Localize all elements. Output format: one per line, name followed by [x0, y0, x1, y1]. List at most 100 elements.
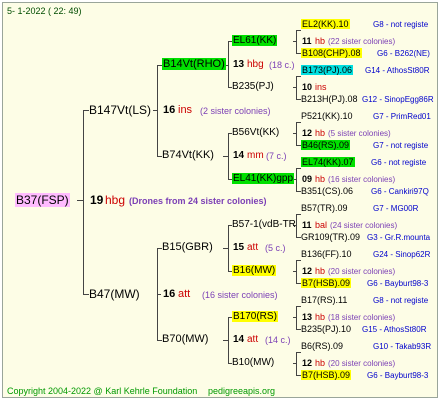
connector [157, 248, 158, 340]
gen1-queen-name[interactable]: B47(MW) [89, 287, 140, 301]
connector [228, 41, 229, 87]
connector [228, 225, 229, 271]
gen4-queen-name[interactable]: B7(HSB).09 [301, 370, 352, 380]
connector [296, 214, 301, 215]
connector [83, 110, 84, 294]
gen2-queen-name[interactable]: B74Vt(KK) [162, 149, 214, 161]
gen3-queen-name[interactable]: EL61(KK) [232, 35, 278, 46]
gen4-origin: G3 - Gr.R.mounta [367, 233, 431, 242]
gen3-generation-number: 11 [302, 220, 312, 230]
gen3-generation-number: 12 [302, 266, 313, 276]
gen3-generation-number: 13 [302, 312, 313, 322]
gen4-queen-name[interactable]: B46(RS).09 [301, 140, 351, 150]
gen4-queen-name[interactable]: EL74(KK).07 [301, 157, 355, 167]
root-breed-code: hbg [105, 193, 126, 207]
connector [296, 122, 297, 145]
gen1-sister-note: (16 sister colonies) [202, 290, 278, 300]
gen3-sister-note: (5 sister colonies) [328, 129, 391, 138]
gen3-breed-code: ins [315, 82, 327, 92]
gen2-queen-name[interactable]: B15(GBR) [162, 241, 213, 253]
gen4-origin: G8 - not registe [373, 296, 429, 305]
gen4-queen-name[interactable]: B6(RS).09 [301, 341, 343, 351]
gen4-queen-name[interactable]: B7(HSB).09 [301, 278, 352, 288]
gen3-generation-number: 11 [302, 36, 312, 46]
gen2-breed-code: mm [247, 150, 264, 161]
connector [296, 306, 297, 329]
gen3-sister-note: (20 sister colonies) [328, 359, 396, 368]
gen2-queen-name[interactable]: B70(MW) [162, 333, 208, 345]
connector [157, 65, 158, 156]
connector [296, 214, 297, 237]
gen2-sister-note: (7 c.) [266, 151, 287, 161]
gen4-origin: G10 - Takab93R [373, 342, 432, 351]
connector [296, 30, 297, 53]
connector [228, 133, 229, 179]
gen4-origin: G6 - Bayburt98-3 [367, 279, 429, 288]
gen3-queen-name[interactable]: B170(RS) [232, 311, 278, 322]
gen4-queen-name[interactable]: B235(PJ).10 [301, 324, 351, 334]
gen2-sister-note: (14 c.) [265, 335, 291, 345]
gen3-breed-code: hb [315, 312, 326, 322]
site-link[interactable]: pedigreeapis.org [208, 386, 275, 396]
gen4-origin: G12 - SinopEgg86R [362, 95, 434, 104]
gen3-queen-name[interactable]: EL41(KK)gpp [232, 173, 295, 184]
gen1-sister-note: (2 sister colonies) [200, 106, 271, 116]
gen1-queen-name[interactable]: B147Vt(LS) [89, 103, 151, 117]
gen4-origin: G6 - Cankiri97Q [371, 187, 429, 196]
gen2-generation-number: 14 [233, 150, 245, 161]
gen2-queen-name[interactable]: B14Vt(RHO) [162, 58, 226, 70]
gen4-origin: G6 - not registe [371, 158, 427, 167]
gen2-generation-number: 14 [233, 334, 245, 345]
gen3-generation-number: 10 [302, 82, 313, 92]
gen3-sister-note: (16 sister colonies) [328, 175, 396, 184]
gen3-sister-note: (22 sister colonies) [328, 37, 396, 46]
gen4-queen-name[interactable]: B213H(PJ).08 [301, 94, 358, 104]
pedigree-canvas: 5- 1-2022 ( 22: 49) B37(FSP) 19 hbg (Dro… [2, 2, 438, 398]
gen4-queen-name[interactable]: GR109(TR).09 [301, 232, 360, 242]
gen4-queen-name[interactable]: B173(PJ).06 [301, 65, 354, 75]
connector [296, 168, 301, 169]
gen1-generation-number: 16 [163, 288, 176, 300]
connector [296, 352, 297, 375]
gen2-sister-note: (18 c.) [269, 60, 295, 70]
gen2-generation-number: 15 [233, 242, 245, 253]
gen3-breed-code: hb [315, 358, 326, 368]
connector [296, 30, 301, 31]
connector [296, 76, 297, 99]
gen3-generation-number: 12 [302, 358, 313, 368]
gen3-queen-name[interactable]: B235(PJ) [232, 81, 274, 92]
root-generation-number: 19 [90, 193, 104, 207]
connector [228, 317, 229, 363]
gen3-breed-code: hb [315, 266, 326, 276]
gen3-generation-number: 12 [302, 128, 313, 138]
root-sister-note: (Drones from 24 sister colonies) [129, 196, 267, 206]
connector [296, 352, 301, 353]
gen3-sister-note: (24 sister colonies) [330, 221, 398, 230]
gen4-queen-name[interactable]: B108(CHP).08 [301, 48, 362, 58]
gen3-queen-name[interactable]: B56Vt(KK) [232, 127, 279, 138]
gen2-breed-code: hbg [247, 59, 264, 70]
connector [296, 306, 301, 307]
gen3-breed-code: bal [315, 220, 328, 230]
gen3-queen-name[interactable]: B16(MW) [232, 265, 277, 276]
gen4-queen-name[interactable]: B351(CS).06 [301, 186, 353, 196]
root-queen-name[interactable]: B37(FSP) [15, 193, 70, 207]
gen4-queen-name[interactable]: B57(TR).09 [301, 203, 348, 213]
connector [296, 168, 297, 191]
gen4-queen-name[interactable]: B17(RS).11 [301, 295, 347, 305]
gen3-breed-code: hb [315, 174, 326, 184]
gen4-origin: G7 - PrimRed01 [373, 112, 431, 121]
gen3-queen-name[interactable]: B10(MW) [232, 357, 274, 368]
gen4-queen-name[interactable]: P521(KK).10 [301, 111, 353, 121]
gen4-origin: G14 - AthosSt80R [365, 66, 430, 75]
gen3-generation-number: 09 [302, 174, 313, 184]
gen4-origin: G6 - B262(NE) [377, 49, 430, 58]
gen2-sister-note: (5 c.) [265, 243, 286, 253]
gen4-queen-name[interactable]: B136(FF).10 [301, 249, 352, 259]
gen4-queen-name[interactable]: EL2(KK).10 [301, 19, 350, 29]
gen3-queen-name[interactable]: B57-1(vdB-TR [232, 219, 296, 230]
gen4-origin: G24 - Sinop62R [373, 250, 431, 259]
copyright-text: Copyright 2004-2022 @ Karl Kehrle Founda… [7, 386, 198, 396]
gen3-sister-note: (20 sister colonies) [328, 267, 396, 276]
connector [296, 260, 297, 283]
